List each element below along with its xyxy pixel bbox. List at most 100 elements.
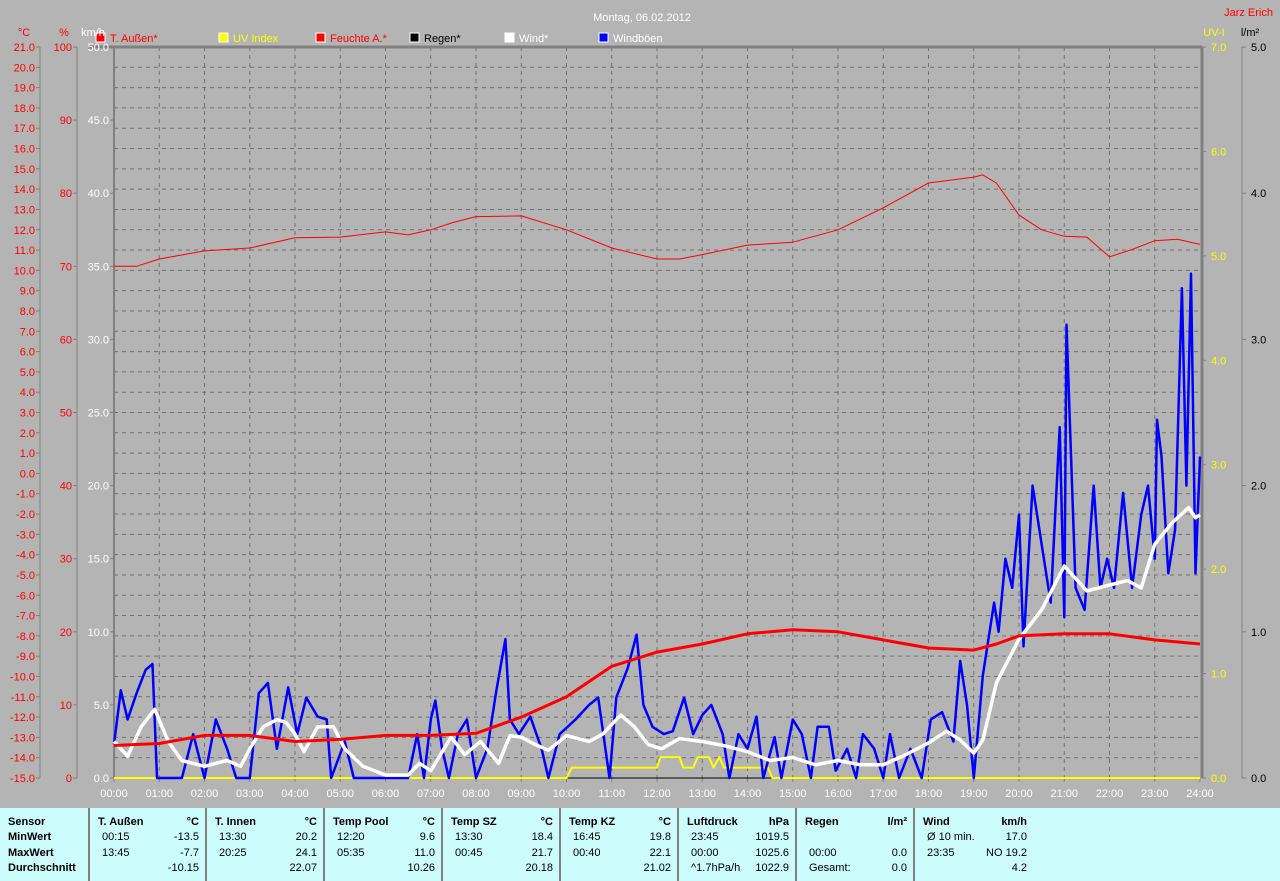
avg-value: 20.18 bbox=[525, 862, 553, 874]
min-value: 18.4 bbox=[531, 831, 553, 843]
legend-swatch bbox=[409, 32, 420, 43]
wind-tick-label: 35.0 bbox=[88, 261, 109, 273]
max-time: 00:00 bbox=[691, 847, 719, 859]
temp-tick-label: -15.0 bbox=[10, 773, 35, 785]
temp-tick-label: -13.0 bbox=[10, 732, 35, 744]
stats-column: Luftdruck hPa 23:45 1019.5 00:00 1025.6 ^1.… bbox=[679, 808, 797, 881]
column-name: Regen bbox=[805, 816, 839, 828]
x-tick-label: 19:00 bbox=[960, 788, 988, 800]
column-name: T. Außen bbox=[98, 816, 144, 828]
min-value: 9.6 bbox=[419, 831, 435, 843]
stats-column: T. Außen °C 00:15 -13.5 13:45 -7.7 -10.15 bbox=[90, 808, 207, 881]
x-tick-label: 08:00 bbox=[462, 788, 490, 800]
temp-tick-label: 3.0 bbox=[20, 408, 35, 420]
temp-tick-label: 9.0 bbox=[20, 286, 35, 298]
sensor-stats-table: Sensor MinWert MaxWert Durchschnitt T. A… bbox=[0, 808, 1280, 881]
temp-tick-label: 11.0 bbox=[14, 245, 35, 257]
rain-tick-label: 0.0 bbox=[1251, 773, 1266, 785]
temp-tick-label: 16.0 bbox=[14, 144, 35, 156]
row-label-avg: Durchschnitt bbox=[8, 862, 76, 874]
temp-tick-label: 14.0 bbox=[14, 184, 35, 196]
wind-tick-label: 25.0 bbox=[88, 408, 109, 420]
humidity-tick-label: 40 bbox=[60, 481, 72, 493]
x-tick-label: 00:00 bbox=[100, 788, 128, 800]
avg-value: 22.07 bbox=[289, 862, 317, 874]
x-tick-label: 15:00 bbox=[779, 788, 807, 800]
legend-swatch bbox=[218, 32, 229, 43]
temp-tick-label: 6.0 bbox=[20, 347, 35, 359]
humidity-tick-label: 90 bbox=[60, 115, 72, 127]
min-time: 16:45 bbox=[573, 831, 601, 843]
min-time: 13:30 bbox=[455, 831, 483, 843]
row-labels-column: Sensor MinWert MaxWert Durchschnitt bbox=[0, 808, 90, 881]
x-tick-label: 09:00 bbox=[507, 788, 535, 800]
max-value: 24.1 bbox=[295, 847, 317, 859]
stats-column: Temp KZ °C 16:45 19.8 00:40 22.1 21.02 bbox=[561, 808, 679, 881]
avg-value: 0.0 bbox=[891, 862, 907, 874]
max-time: 00:45 bbox=[455, 847, 483, 859]
temp-tick-label: -10.0 bbox=[10, 671, 35, 683]
temp-tick-label: 2.0 bbox=[20, 428, 35, 440]
max-value: NO 19.2 bbox=[986, 847, 1027, 859]
uv-tick-label: 7.0 bbox=[1211, 42, 1226, 54]
temp-tick-label: 12.0 bbox=[14, 225, 35, 237]
humidity-tick-label: 0 bbox=[66, 773, 72, 785]
column-unit: °C bbox=[422, 816, 435, 828]
author-label: Jarz Erich bbox=[1224, 7, 1273, 19]
uv-tick-label: 5.0 bbox=[1211, 251, 1226, 263]
max-value: 0.0 bbox=[891, 847, 907, 859]
legend-label: Feuchte A.* bbox=[330, 33, 388, 45]
series-feuchte-a bbox=[114, 174, 1201, 267]
max-time: 13:45 bbox=[102, 847, 130, 859]
row-label-sensor: Sensor bbox=[8, 816, 46, 828]
column-unit: °C bbox=[304, 816, 317, 828]
legend-label: Windböen bbox=[613, 33, 663, 45]
humidity-tick-label: 80 bbox=[60, 188, 72, 200]
chart-title: Montag, 06.02.2012 bbox=[593, 12, 691, 24]
temp-tick-label: 18.0 bbox=[14, 103, 35, 115]
x-tick-label: 06:00 bbox=[372, 788, 400, 800]
max-time: 00:00 bbox=[809, 847, 837, 859]
max-value: 21.7 bbox=[531, 847, 553, 859]
rain-tick-label: 4.0 bbox=[1251, 188, 1266, 200]
x-tick-label: 11:00 bbox=[598, 788, 625, 800]
temp-tick-label: -7.0 bbox=[16, 611, 35, 623]
column-unit: °C bbox=[186, 816, 199, 828]
wind-tick-label: 40.0 bbox=[88, 188, 109, 200]
humidity-tick-label: 10 bbox=[60, 700, 72, 712]
temp-tick-label: 17.0 bbox=[14, 123, 35, 135]
wind-tick-label: 5.0 bbox=[94, 700, 109, 712]
humidity-tick-label: 70 bbox=[60, 261, 72, 273]
humidity-tick-label: 30 bbox=[60, 554, 72, 566]
humidity-tick-label: 50 bbox=[60, 408, 72, 420]
max-value: 11.0 bbox=[414, 847, 435, 859]
min-value: 20.2 bbox=[295, 831, 317, 843]
x-tick-label: 21:00 bbox=[1050, 788, 1078, 800]
temp-tick-label: 13.0 bbox=[14, 204, 35, 216]
wind-tick-label: 0.0 bbox=[94, 773, 109, 785]
max-value: 22.1 bbox=[649, 847, 671, 859]
avg-label: Gesamt: bbox=[809, 862, 851, 874]
column-unit: hPa bbox=[768, 816, 789, 828]
wind-tick-label: 45.0 bbox=[88, 115, 109, 127]
max-value: -7.7 bbox=[180, 847, 199, 859]
uv-axis-unit: UV-I bbox=[1203, 27, 1224, 39]
max-time: 00:40 bbox=[573, 847, 601, 859]
column-name: T. Innen bbox=[215, 816, 256, 828]
x-tick-label: 03:00 bbox=[236, 788, 264, 800]
column-name: Temp Pool bbox=[333, 816, 389, 828]
stats-column: Temp Pool °C 12:20 9.6 05:35 11.0 10.26 bbox=[325, 808, 443, 881]
temp-tick-label: -12.0 bbox=[10, 712, 35, 724]
temp-tick-label: 5.0 bbox=[20, 367, 35, 379]
min-value: 17.0 bbox=[1005, 831, 1027, 843]
temp-tick-label: -14.0 bbox=[10, 753, 35, 765]
x-tick-label: 24:00 bbox=[1186, 788, 1214, 800]
row-label-max: MaxWert bbox=[8, 847, 54, 859]
temp-tick-label: -3.0 bbox=[16, 529, 35, 541]
legend-swatch bbox=[315, 32, 326, 43]
temp-tick-label: 20.0 bbox=[14, 62, 35, 74]
min-value: -13.5 bbox=[173, 831, 199, 843]
rain-tick-label: 2.0 bbox=[1251, 481, 1266, 493]
rain-tick-label: 5.0 bbox=[1251, 42, 1266, 54]
temp-tick-label: -11.0 bbox=[11, 692, 35, 704]
